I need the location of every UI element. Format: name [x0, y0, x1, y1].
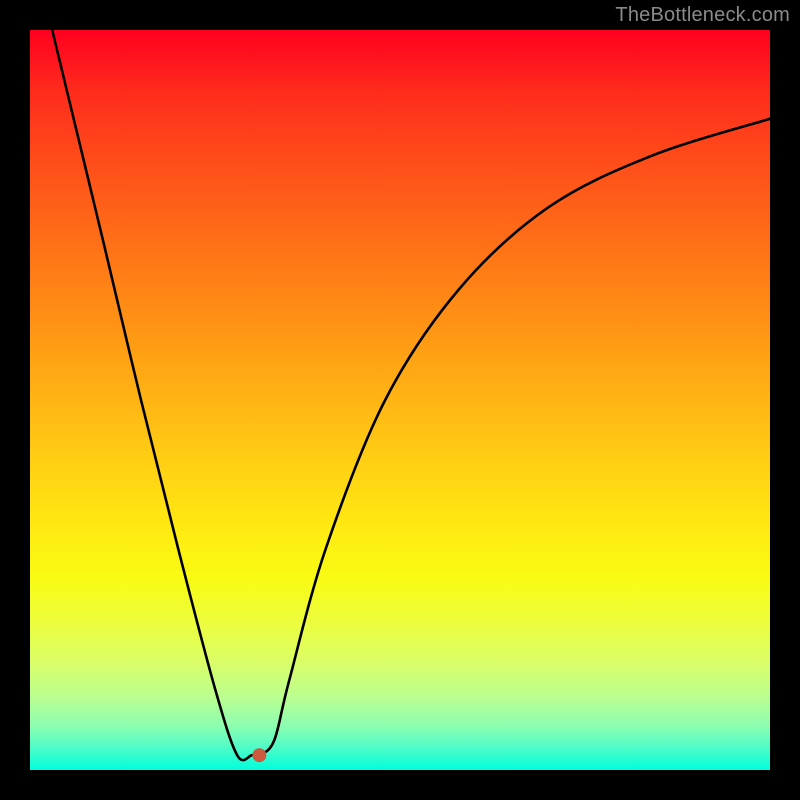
bottleneck-curve — [52, 30, 770, 760]
plot-area — [30, 30, 770, 770]
chart-frame: TheBottleneck.com — [0, 0, 800, 800]
curve-svg — [30, 30, 770, 770]
minimum-marker — [252, 748, 266, 762]
watermark-text: TheBottleneck.com — [615, 4, 790, 27]
